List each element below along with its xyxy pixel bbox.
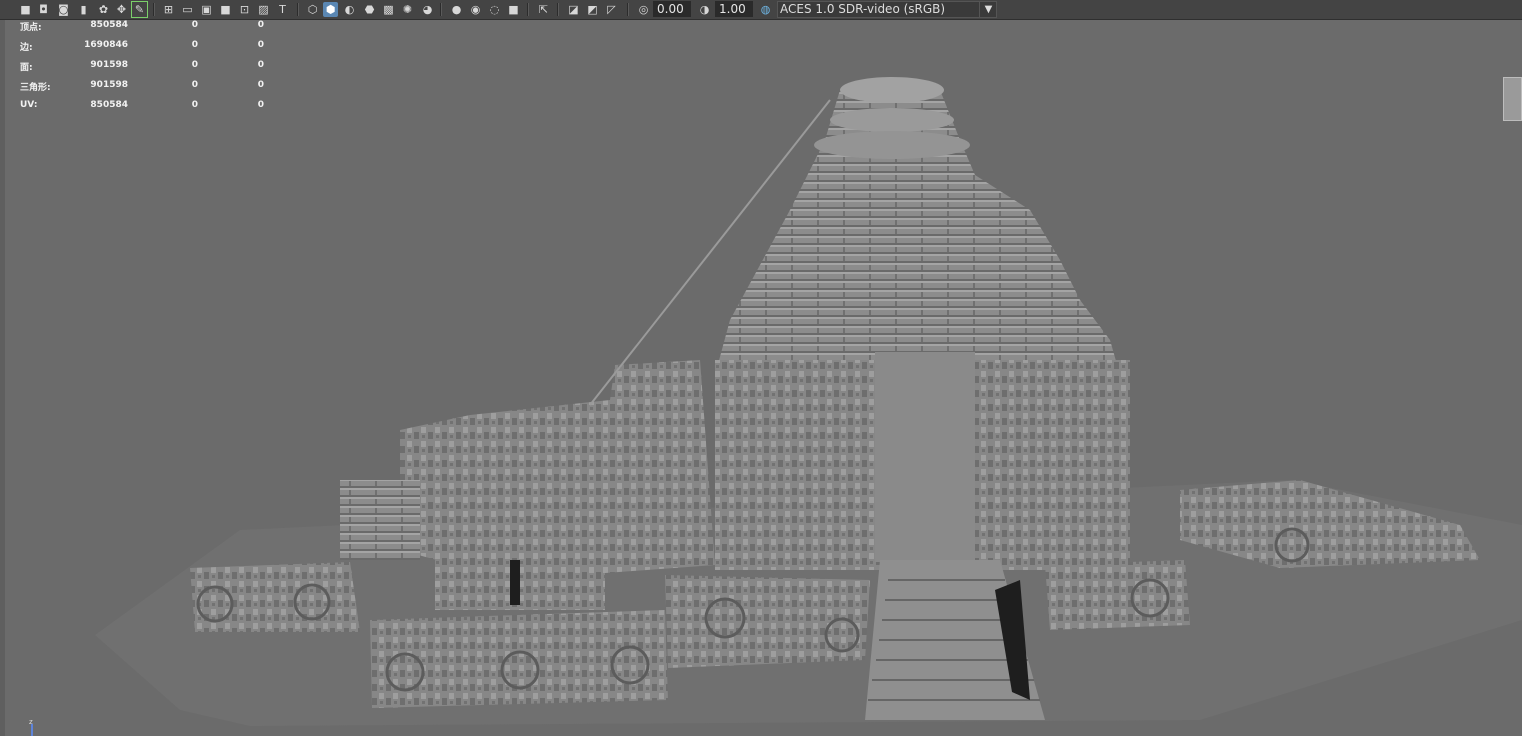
wireframe-on-shaded-icon[interactable]: ⬣ [362,2,377,17]
shadows-icon[interactable]: ◕ [420,2,435,17]
exposure-icon[interactable]: ◎ [636,2,651,17]
lights-icon[interactable]: ✺ [400,2,415,17]
hud-label-edges: 边: [20,43,33,53]
screen-space-ao-icon[interactable]: ● [449,2,464,17]
chevron-down-icon[interactable]: ▼ [979,1,997,18]
camera-attr-icon[interactable]: ◘ [36,2,51,17]
backface-culling-icon[interactable]: ◸ [604,2,619,17]
grid-icon[interactable]: ⊞ [161,2,176,17]
hud-value-triangles: 901598 [90,80,128,90]
hud-value: 0 [191,40,198,50]
gamma-icon[interactable]: ◑ [697,2,712,17]
porch-left-wall [720,405,870,565]
hud-value: 0 [257,20,264,30]
motion-blur-icon[interactable]: ◉ [468,2,483,17]
isolate-select-icon[interactable]: ⇱ [536,2,551,17]
resolution-gate-icon[interactable]: ▣ [199,2,214,17]
xray-icon[interactable]: ◪ [566,2,581,17]
tower-ring [830,108,954,132]
hud-value-faces: 901598 [90,60,128,70]
hud-value: 0 [257,60,264,70]
tower-ring [814,131,970,159]
grease-pencil-icon[interactable]: ✎ [131,1,148,18]
image-plane-icon[interactable]: ▮ [76,2,91,17]
field-chart-icon[interactable]: ⊡ [237,2,252,17]
gate-mask-icon[interactable]: ■ [218,2,233,17]
hud-label-uvs: UV: [20,100,38,110]
camera-icon[interactable]: ■ [18,2,33,17]
axis-gizmo-icon: z x [29,718,33,736]
color-management-value: ACES 1.0 SDR-video (sRGB) [780,2,946,16]
view-cube-icon[interactable] [1503,77,1522,121]
axis-z-label: z [29,718,33,726]
hud-value: 0 [191,100,198,110]
shrine-shadow [510,560,520,605]
front-left-platform [370,610,668,708]
hud-label-faces: 面: [20,63,33,73]
viewport-toolbar: ■ ◘ ◙ ▮ ✿ ✥ ✎ ⊞ ▭ ▣ ■ ⊡ ▨ T ⬡ ⬢ ◐ ⬣ ▩ ✺ … [0,0,1522,20]
front-center-platform [665,575,870,668]
flat-shade-icon[interactable]: ◐ [342,2,357,17]
xray-joints-icon[interactable]: ◩ [585,2,600,17]
exposure-field[interactable]: 0.00 [653,1,691,17]
hud-value: 0 [257,80,264,90]
film-gate-icon[interactable]: ▭ [180,2,195,17]
viewport-3d[interactable]: z x persp [0,20,1522,736]
hud-value: 0 [257,100,264,110]
textured-icon[interactable]: ▩ [381,2,396,17]
safe-title-icon[interactable]: T [275,2,290,17]
hud-value-uvs: 850584 [90,100,128,110]
hud-value: 0 [191,20,198,30]
safe-action-icon[interactable]: ▨ [256,2,271,17]
hud-value-edges: 1690846 [84,40,128,50]
porch-right-wall [985,405,1125,560]
depth-of-field-icon[interactable]: ■ [506,2,521,17]
hud-value-vertices: 850584 [90,20,128,30]
main-doorway [875,352,975,562]
left-wing-block [340,480,420,560]
color-management-dropdown[interactable]: ACES 1.0 SDR-video (sRGB) [777,1,997,18]
color-management-icon[interactable]: ◍ [758,2,773,17]
transform-icon[interactable]: ✥ [114,2,129,17]
2d-pan-zoom-icon[interactable]: ✿ [96,2,111,17]
hud-value: 0 [191,80,198,90]
bookmark-icon[interactable]: ◙ [56,2,71,17]
wireframe-icon[interactable]: ⬡ [305,2,320,17]
hud-label-vertices: 顶点: [20,23,42,33]
gamma-field[interactable]: 1.00 [715,1,753,17]
hud-label-triangles: 三角形: [20,83,51,93]
left-panel-edge [0,20,5,736]
temple-model [95,77,1522,726]
hud-value: 0 [257,40,264,50]
tower-crown [840,77,944,103]
hud-value: 0 [191,60,198,70]
smooth-shade-icon[interactable]: ⬢ [323,2,338,17]
multisample-aa-icon[interactable]: ◌ [487,2,502,17]
